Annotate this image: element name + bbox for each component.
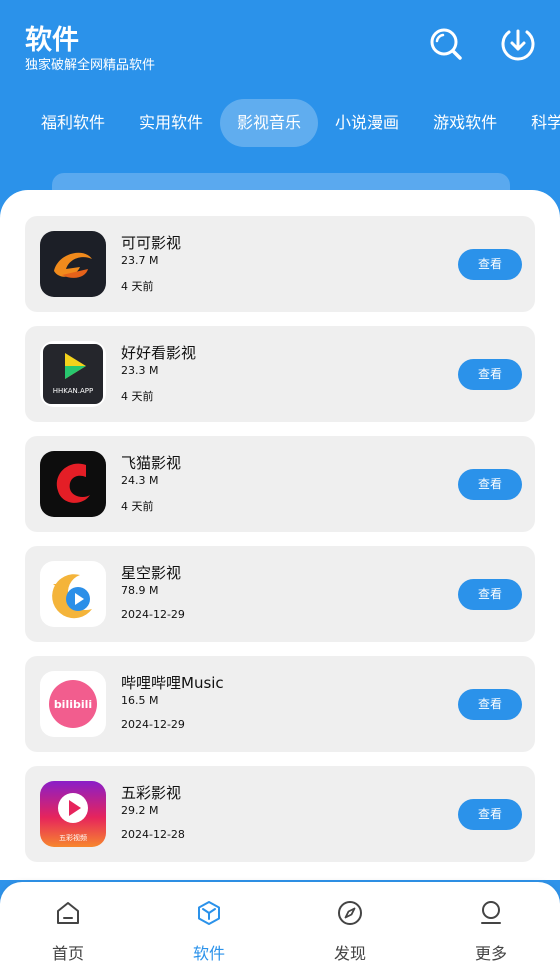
list-item[interactable]: bilibili 哔哩哔哩Music 16.5 M 2024-12-29 查看 — [25, 656, 535, 752]
app-date: 2024-12-28 — [121, 828, 185, 841]
bottom-nav: 首页 软件 发现 更多 — [0, 882, 560, 970]
tab-video-music[interactable]: 影视音乐 — [220, 99, 319, 147]
app-date: 4 天前 — [121, 500, 154, 513]
wucai-icon-text: 五彩视频 — [59, 833, 87, 842]
hhkan-icon: HHKAN.APP — [40, 341, 106, 407]
tab-science[interactable]: 科学上 — [514, 99, 560, 147]
app-size: 29.2 M — [121, 804, 159, 817]
header: 软件 独家破解全网精品软件 福利软件 实用软件 影视音乐 小说漫画 游戏软件 科… — [0, 0, 560, 203]
page-subtitle: 独家破解全网精品软件 — [25, 58, 156, 73]
hhkan-icon-text: HHKAN.APP — [53, 387, 93, 395]
view-button[interactable]: 查看 — [458, 359, 522, 390]
bilibili-icon-text: bilibili — [54, 698, 92, 711]
user-icon — [481, 901, 501, 924]
list-item[interactable]: 可可影视 23.7 M 4 天前 查看 — [25, 216, 535, 312]
nav-software[interactable]: 软件 — [159, 882, 259, 970]
wucai-icon: 五彩视频 — [40, 781, 106, 847]
view-button[interactable]: 查看 — [458, 469, 522, 500]
feimao-icon — [40, 451, 106, 517]
xingkong-icon — [40, 561, 106, 627]
category-tabs: 福利软件 实用软件 影视音乐 小说漫画 游戏软件 科学上 — [24, 99, 560, 147]
view-button[interactable]: 查看 — [458, 689, 522, 720]
view-button[interactable]: 查看 — [458, 799, 522, 830]
nav-label: 首页 — [51, 944, 84, 963]
app-name: 五彩影视 — [121, 784, 182, 802]
tab-novel-comic[interactable]: 小说漫画 — [318, 99, 416, 147]
search-icon[interactable] — [428, 26, 464, 62]
view-button[interactable]: 查看 — [458, 579, 522, 610]
app-name: 好好看影视 — [121, 344, 197, 362]
app-name: 哔哩哔哩Music — [121, 674, 224, 692]
keke-icon — [40, 231, 106, 297]
app-name: 可可影视 — [121, 234, 182, 252]
app-date: 4 天前 — [121, 390, 154, 403]
view-button[interactable]: 查看 — [458, 249, 522, 280]
box-icon — [198, 901, 220, 925]
home-icon — [57, 902, 79, 924]
nav-home[interactable]: 首页 — [18, 882, 118, 970]
app-name: 飞猫影视 — [121, 454, 182, 472]
list-item[interactable]: HHKAN.APP 好好看影视 23.3 M 4 天前 查看 — [25, 326, 535, 422]
list-item[interactable]: 五彩视频 五彩影视 29.2 M 2024-12-28 查看 — [25, 766, 535, 862]
app-name: 星空影视 — [121, 564, 182, 582]
nav-label: 发现 — [333, 944, 366, 963]
nav-discover[interactable]: 发现 — [300, 882, 400, 970]
app-date: 4 天前 — [121, 280, 154, 293]
list-item[interactable]: 飞猫影视 24.3 M 4 天前 查看 — [25, 436, 535, 532]
app-size: 23.7 M — [121, 254, 159, 267]
nav-more[interactable]: 更多 — [441, 882, 541, 970]
tab-welfare[interactable]: 福利软件 — [24, 99, 122, 147]
app-size: 78.9 M — [121, 584, 159, 597]
app-date: 2024-12-29 — [121, 608, 185, 621]
tab-games[interactable]: 游戏软件 — [416, 99, 514, 147]
compass-icon — [338, 901, 362, 925]
app-size: 23.3 M — [121, 364, 159, 377]
app-list-sheet: 可可影视 23.7 M 4 天前 查看 HHKAN.APP 好好看影视 23.3… — [0, 190, 560, 880]
bilibili-icon: bilibili — [40, 671, 106, 737]
nav-label: 软件 — [192, 944, 225, 963]
nav-label: 更多 — [474, 944, 507, 963]
list-item[interactable]: 星空影视 78.9 M 2024-12-29 查看 — [25, 546, 535, 642]
download-icon[interactable] — [500, 26, 536, 62]
app-date: 2024-12-29 — [121, 718, 185, 731]
tab-utility[interactable]: 实用软件 — [122, 99, 220, 147]
app-size: 16.5 M — [121, 694, 159, 707]
page-title: 软件 — [25, 25, 79, 56]
app-size: 24.3 M — [121, 474, 159, 487]
